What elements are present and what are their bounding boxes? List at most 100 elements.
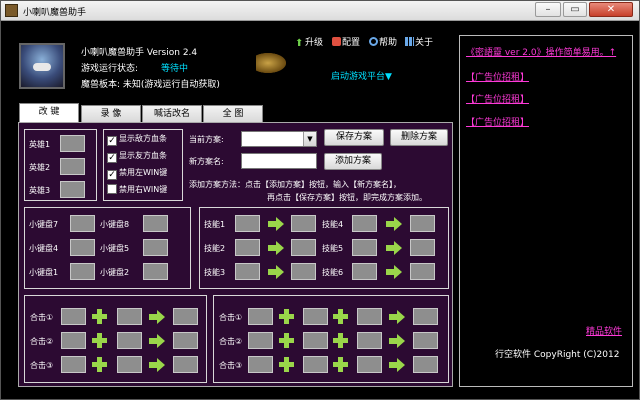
option-enemy-hp-checkbox[interactable]: ✓ 显示敌方血条 [107,133,167,146]
new-scheme-input[interactable] [241,153,317,169]
skill-key-box[interactable] [352,263,377,280]
arrow-right-icon [389,358,405,372]
config-link[interactable]: 配置 [332,35,360,48]
keypad-label: 小键盘2 [100,268,130,277]
combo-key-box[interactable] [61,332,86,349]
skill-key-box[interactable] [352,239,377,256]
keypad-label: 小键盘1 [29,268,59,277]
keypad-label: 小键盘8 [100,220,130,229]
app-icon [5,4,18,17]
skills-group: 技能1 技能4 技能2 技能5 技能3 技能6 [199,207,449,289]
keypad-key-box[interactable] [143,239,168,256]
maximize-button[interactable]: ▭ [563,2,587,17]
tab-replay[interactable]: 录 像 [81,105,141,123]
combo-label: 合击② [30,337,54,346]
skill-key-box[interactable] [235,215,260,232]
combo-key-box[interactable] [61,356,86,373]
combo-key-box[interactable] [413,332,438,349]
plus-icon [333,309,348,324]
arrow-right-icon [386,265,402,279]
combo-key-box[interactable] [248,308,273,325]
skill-key-box[interactable] [291,215,316,232]
save-scheme-button[interactable]: 保存方案 [324,129,384,146]
tab-maphack[interactable]: 全 图 [203,105,263,123]
skill-label: 技能6 [322,268,344,277]
skill-key-box[interactable] [410,215,435,232]
current-scheme-label: 当前方案: [189,135,224,144]
arrow-right-icon [389,334,405,348]
skill-key-box[interactable] [235,263,260,280]
option-ally-hp-checkbox[interactable]: ✓ 显示友方血条 [107,150,167,163]
combo-key-box[interactable] [357,356,382,373]
about-link[interactable]: 关于 [405,35,433,48]
delete-scheme-button[interactable]: 删除方案 [390,129,448,146]
combo-key-box[interactable] [248,332,273,349]
combo-key-box[interactable] [413,356,438,373]
chevron-down-icon: ▼ [303,132,316,146]
hero-key-box[interactable] [60,135,85,152]
ad-top-link[interactable]: 《密語靈 ver 2.0》操作简单易用。↑ [466,45,616,58]
wrench-icon [332,37,341,46]
new-scheme-label: 新方案名: [189,157,224,166]
premium-software-link[interactable]: 精品软件 [586,324,622,337]
minimize-button[interactable]: – [535,2,561,17]
skill-key-box[interactable] [291,263,316,280]
keypad-group: 小键盘7 小键盘8 小键盘4 小键盘5 小键盘1 小键盘2 [24,207,191,289]
hero-key-box[interactable] [60,181,85,198]
combo-label: 合击③ [219,361,243,370]
keypad-key-box[interactable] [143,215,168,232]
option-disable-left-win-checkbox[interactable]: ✓ 禁用左WIN键 [107,167,167,180]
ad-slot-link[interactable]: 【广告位招租】 [466,70,529,83]
current-scheme-select[interactable]: ▼ [241,131,317,147]
plus-icon [333,333,348,348]
combo-key-box[interactable] [117,356,142,373]
keypad-key-box[interactable] [143,263,168,280]
combo-key-box[interactable] [413,308,438,325]
combo-key-box[interactable] [357,332,382,349]
hero-label: 英雄2 [29,163,51,172]
up-arrow-icon: ⬆ [295,38,304,49]
upgrade-link[interactable]: ⬆ 升级 [295,35,323,49]
combo-key-box[interactable] [303,308,328,325]
tab-rename[interactable]: 喊话改名 [142,105,202,123]
scheme-hint-line2: 再点击【保存方案】按钮，即完成方案添加。 [267,193,427,202]
skill-key-box[interactable] [410,239,435,256]
close-button[interactable]: ✕ [589,2,633,17]
skill-key-box[interactable] [235,239,260,256]
arrow-right-icon [268,217,284,231]
combo-key-box[interactable] [303,332,328,349]
arrow-right-icon [386,241,402,255]
add-scheme-button[interactable]: 添加方案 [324,153,382,170]
combo-key-box[interactable] [248,356,273,373]
skill-key-box[interactable] [291,239,316,256]
scheme-hint-line1: 添加方案方法：点击【添加方案】按钮，输入【新方案名】， [189,180,401,189]
combo-key-box[interactable] [303,356,328,373]
ad-slot-link[interactable]: 【广告位招租】 [466,115,529,128]
hero-avatar [19,43,65,89]
plus-icon [92,333,107,348]
combo-key-box[interactable] [117,332,142,349]
keypad-key-box[interactable] [70,215,95,232]
combo-key-box[interactable] [61,308,86,325]
arrow-right-icon [149,358,165,372]
skill-label: 技能2 [204,244,226,253]
tab-keymap[interactable]: 改 键 [19,103,79,123]
keypad-key-box[interactable] [70,263,95,280]
option-disable-right-win-checkbox[interactable]: 禁用右WIN键 [107,184,167,195]
skill-label: 技能1 [204,220,226,229]
hero-key-box[interactable] [60,158,85,175]
plus-icon [92,357,107,372]
combo-key-box[interactable] [173,356,198,373]
combo-key-box[interactable] [173,308,198,325]
combo-key-box[interactable] [357,308,382,325]
skill-key-box[interactable] [352,215,377,232]
skill-key-box[interactable] [410,263,435,280]
plus-icon [279,309,294,324]
help-link[interactable]: 帮助 [369,35,397,48]
combo-key-box[interactable] [117,308,142,325]
combo-key-box[interactable] [173,332,198,349]
launch-platform-dropdown[interactable]: 启动游戏平台▼ [331,69,392,82]
keypad-key-box[interactable] [70,239,95,256]
ad-slot-link[interactable]: 【广告位招租】 [466,92,529,105]
plus-icon [279,357,294,372]
